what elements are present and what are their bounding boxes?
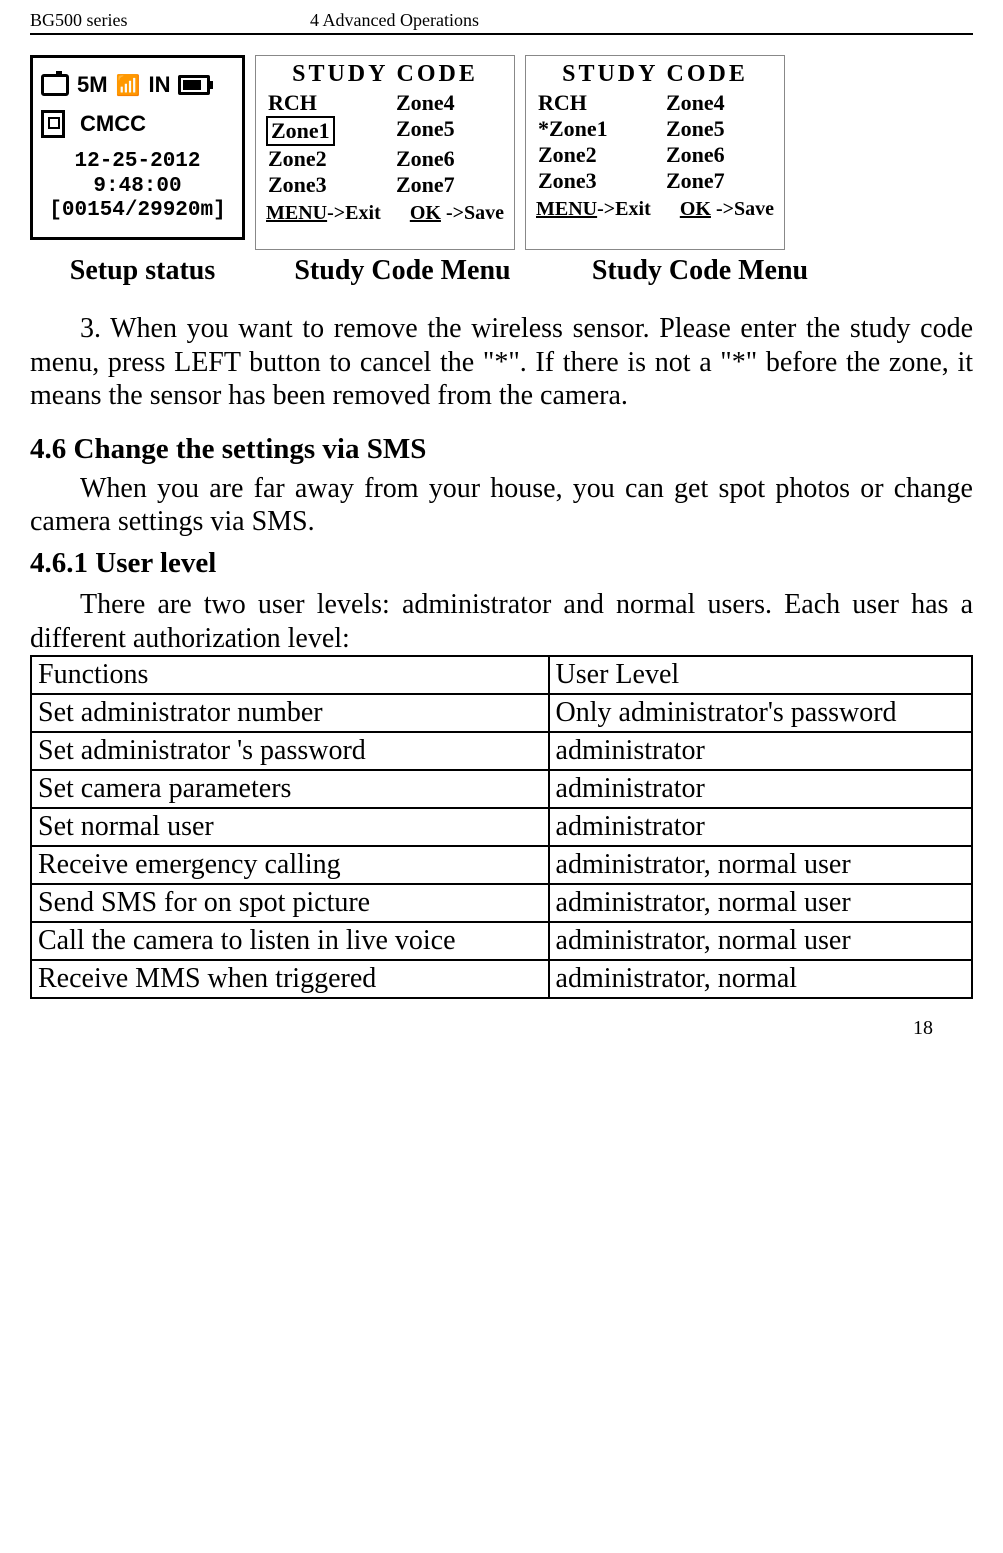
table-row: Set normal useradministrator [31, 808, 972, 846]
study-code-menu-2: STUDY CODE RCH Zone4 *Zone1 Zone5 Zone2 … [525, 55, 785, 250]
menu-cell-zone7: Zone7 [394, 172, 504, 198]
figure-captions: Setup status Study Code Menu Study Code … [30, 255, 973, 287]
lcd-counter: [00154/29920m] [41, 199, 234, 223]
figure-row: 5M 📶 IN CMCC 12-25-2012 9:48:00 [00154/2… [30, 55, 973, 250]
table-cell: administrator [549, 732, 972, 770]
menu-cell-zone3: Zone3 [266, 172, 376, 198]
table-cell: administrator [549, 770, 972, 808]
table-cell: Call the camera to listen in live voice [31, 922, 549, 960]
menu-cell-zone7: Zone7 [664, 168, 774, 194]
battery-icon [178, 75, 210, 95]
menu-footer: MENU->Exit OK ->Save [266, 202, 504, 225]
camera-icon [41, 74, 69, 96]
caption-study-code-2: Study Code Menu [550, 255, 850, 287]
table-row: Set administrator numberOnly administrat… [31, 694, 972, 732]
menu-cell-zone5: Zone5 [394, 116, 504, 146]
menu-cell-zone4: Zone4 [664, 90, 774, 116]
sd-card-icon [41, 110, 65, 138]
menu-cell-zone5: Zone5 [664, 116, 774, 142]
lcd-date: 12-25-2012 [41, 150, 234, 174]
menu-cell-rch: RCH [266, 90, 376, 116]
table-cell: administrator, normal user [549, 884, 972, 922]
section-4-6-body: When you are far away from your house, y… [30, 472, 973, 539]
menu-footer: MENU->Exit OK ->Save [536, 198, 774, 221]
table-row: FunctionsUser Level [31, 656, 972, 694]
page-header: BG500 series 4 Advanced Operations [30, 10, 973, 35]
menu-cell-zone2: Zone2 [266, 146, 376, 172]
table-cell: Receive MMS when triggered [31, 960, 549, 998]
table-cell: Send SMS for on spot picture [31, 884, 549, 922]
table-cell: Only administrator's password [549, 694, 972, 732]
menu-cell-zone1-selected: Zone1 [266, 116, 335, 146]
caption-setup-status: Setup status [30, 255, 255, 287]
table-cell: Set normal user [31, 808, 549, 846]
header-chapter: 4 Advanced Operations [310, 10, 479, 31]
table-row: Call the camera to listen in live voicea… [31, 922, 972, 960]
menu-exit: MENU->Exit [536, 198, 651, 221]
menu-cell-zone3: Zone3 [536, 168, 646, 194]
table-cell: Set administrator 's password [31, 732, 549, 770]
menu-title: STUDY CODE [266, 61, 504, 88]
lcd-in: IN [148, 72, 170, 98]
table-cell-functions: Functions [31, 656, 549, 694]
table-cell: Set administrator number [31, 694, 549, 732]
header-series: BG500 series [30, 10, 310, 31]
lcd-carrier-row: CMCC [41, 110, 234, 138]
caption-study-code-1: Study Code Menu [255, 255, 550, 287]
lcd-datetime: 12-25-2012 9:48:00 [00154/29920m] [41, 150, 234, 222]
paragraph-3: 3. When you want to remove the wireless … [30, 312, 973, 413]
menu-save: OK ->Save [410, 202, 504, 225]
menu-cell-zone6: Zone6 [394, 146, 504, 172]
section-4-6-1: 4.6.1 User level [30, 547, 973, 580]
table-row: Receive emergency callingadministrator, … [31, 846, 972, 884]
menu-cell-zone6: Zone6 [664, 142, 774, 168]
table-row: Set camera parametersadministrator [31, 770, 972, 808]
menu-title: STUDY CODE [536, 61, 774, 88]
lcd-carrier: CMCC [80, 111, 146, 137]
menu-cell-zone4: Zone4 [394, 90, 504, 116]
signal-icon: 📶 [116, 73, 141, 98]
page-number: 18 [30, 1017, 973, 1040]
table-row: Send SMS for on spot pictureadministrato… [31, 884, 972, 922]
study-code-menu-1: STUDY CODE RCH Zone4 Zone1 Zone5 Zone2 Z… [255, 55, 515, 250]
table-cell: Receive emergency calling [31, 846, 549, 884]
user-level-table: FunctionsUser Level Set administrator nu… [30, 655, 973, 999]
table-cell: Set camera parameters [31, 770, 549, 808]
table-cell: administrator, normal user [549, 922, 972, 960]
menu-cell-zone1-starred: *Zone1 [536, 116, 646, 142]
lcd-time: 9:48:00 [41, 175, 234, 199]
lcd-resolution: 5M [77, 72, 108, 98]
setup-status-lcd: 5M 📶 IN CMCC 12-25-2012 9:48:00 [00154/2… [30, 55, 245, 240]
menu-cell-zone2: Zone2 [536, 142, 646, 168]
table-cell: administrator, normal user [549, 846, 972, 884]
table-cell: administrator [549, 808, 972, 846]
menu-save: OK ->Save [680, 198, 774, 221]
lcd-status-row: 5M 📶 IN [41, 72, 234, 98]
table-row: Receive MMS when triggeredadministrator,… [31, 960, 972, 998]
section-4-6: 4.6 Change the settings via SMS [30, 433, 973, 466]
table-cell-userlevel: User Level [549, 656, 972, 694]
section-4-6-1-body: There are two user levels: administrator… [30, 588, 973, 655]
menu-exit: MENU->Exit [266, 202, 381, 225]
table-cell: administrator, normal [549, 960, 972, 998]
table-row: Set administrator 's passwordadministrat… [31, 732, 972, 770]
menu-cell-rch: RCH [536, 90, 646, 116]
